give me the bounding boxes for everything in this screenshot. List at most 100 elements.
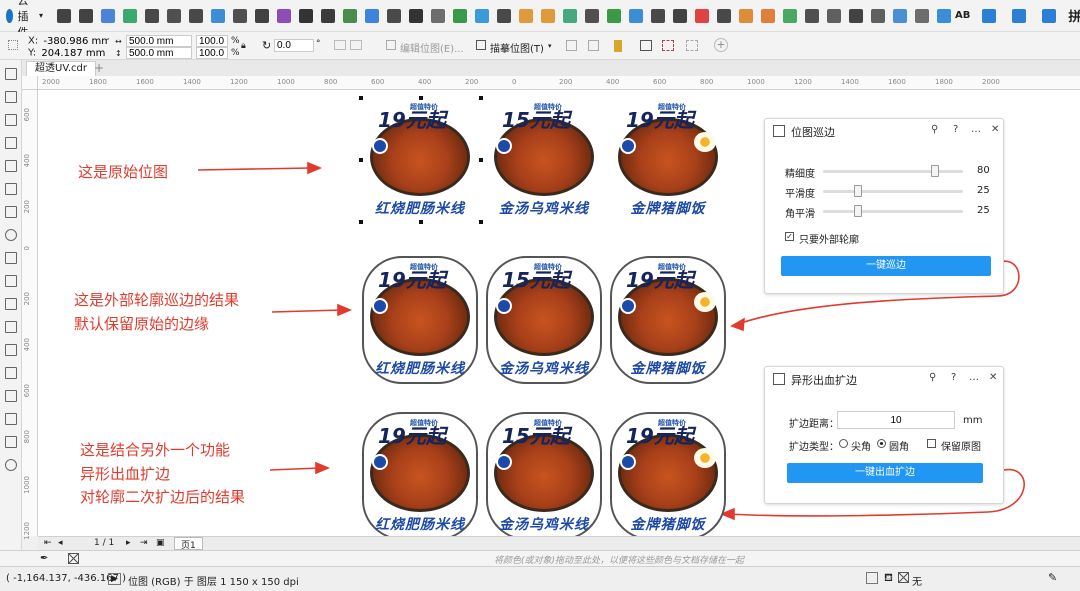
eyedropper-icon[interactable]: ✒: [40, 553, 48, 564]
drop-shadow-icon[interactable]: [5, 344, 17, 356]
toolbar-tool-icon[interactable]: [409, 8, 424, 23]
selection-handle[interactable]: [359, 220, 363, 224]
width-input[interactable]: [126, 35, 192, 47]
toolbar-tool-icon[interactable]: [233, 8, 248, 23]
toolbar-tool-icon[interactable]: [167, 8, 182, 23]
slider-track[interactable]: [823, 170, 963, 173]
new-tab-button[interactable]: +: [94, 61, 104, 75]
connector-icon[interactable]: [5, 321, 17, 333]
polygon-tool-icon[interactable]: [5, 252, 17, 264]
drawing-canvas[interactable]: 这是原始位图 这是外部轮廓巡边的结果 默认保留原始的边缘 这是结合另外一个功能 …: [38, 90, 1080, 536]
resample-icon[interactable]: [588, 40, 599, 51]
image-tool-icon[interactable]: [1012, 8, 1027, 23]
bitmap-mask-icon[interactable]: [614, 40, 622, 52]
add-icon[interactable]: +: [714, 38, 728, 52]
page-first-icon[interactable]: ⇤: [44, 538, 52, 548]
selection-handle[interactable]: [479, 220, 483, 224]
toolbar-tool-icon[interactable]: [805, 8, 820, 23]
food-sticker[interactable]: 15元起 超值特价 金汤乌鸡米线: [486, 412, 602, 536]
page-last-icon[interactable]: ⇥: [140, 538, 148, 548]
toolbar-tool-icon[interactable]: [915, 8, 930, 23]
outer-contour-checkbox[interactable]: ✓: [785, 232, 794, 241]
selection-handle[interactable]: [479, 158, 483, 162]
toolbar-tool-icon[interactable]: [717, 8, 732, 23]
fill-bucket-icon[interactable]: ⛾: [884, 571, 893, 586]
toolbar-tool-icon[interactable]: [431, 8, 446, 23]
scale-width-input[interactable]: [196, 35, 228, 47]
keep-original-checkbox[interactable]: [927, 439, 936, 448]
pick-tool-icon[interactable]: [5, 68, 17, 80]
toolbar-tool-icon[interactable]: [211, 8, 226, 23]
vertical-ruler[interactable]: 600 400 200 0 200 400 600 800 1000 1200: [22, 90, 38, 540]
page-prev-icon[interactable]: ◂: [58, 538, 63, 548]
food-sticker[interactable]: 19元起 超值特价 金牌猪脚饭: [610, 412, 726, 536]
group-icon[interactable]: [662, 40, 674, 51]
page-tab[interactable]: 页1: [174, 537, 203, 551]
help-button[interactable]: ?: [951, 372, 956, 383]
lock-ratio-icon[interactable]: 🔒︎: [241, 41, 246, 51]
bleed-expand-button[interactable]: 一键出血扩边: [787, 463, 983, 483]
no-color-swatch[interactable]: [68, 553, 79, 564]
close-icon[interactable]: ✕: [989, 372, 997, 383]
food-sticker[interactable]: 15元起 超值特价 金汤乌鸡米线: [488, 98, 600, 222]
trace-bitmap-button[interactable]: 描摹位图(T): [490, 40, 544, 55]
add-page-icon[interactable]: ▣: [156, 538, 165, 548]
toolbar-tool-icon[interactable]: [277, 8, 292, 23]
imposition-button[interactable]: 拼: [1068, 6, 1080, 25]
toolbar-tool-icon[interactable]: [563, 8, 578, 23]
toolbar-tool-icon[interactable]: [321, 8, 336, 23]
toolbar-tool-icon[interactable]: [475, 8, 490, 23]
toolbar-tool-icon[interactable]: [343, 8, 358, 23]
toolbar-tool-icon[interactable]: [695, 8, 710, 23]
arrange-icon[interactable]: [640, 40, 652, 51]
toolbar-tool-icon[interactable]: [761, 8, 776, 23]
image-tool-icon[interactable]: [1042, 8, 1057, 23]
toolbar-tool-icon[interactable]: [651, 8, 666, 23]
food-sticker[interactable]: 19元起 超值特价 金牌猪脚饭: [610, 256, 726, 384]
edit-bitmap-button[interactable]: 编辑位图(E)...: [400, 40, 464, 55]
sharp-corner-radio[interactable]: [839, 439, 848, 448]
food-sticker[interactable]: 19元起 超值特价 红烧肥肠米线: [362, 256, 478, 384]
crop-tool-icon[interactable]: [5, 114, 17, 126]
toolbar-tool-icon[interactable]: [585, 8, 600, 23]
toolbar-tool-icon[interactable]: [673, 8, 688, 23]
transparency-icon[interactable]: [5, 367, 17, 379]
toolbar-tool-icon[interactable]: [937, 8, 952, 23]
food-sticker[interactable]: 19元起 超值特价 红烧肥肠米线: [364, 98, 476, 222]
food-sticker[interactable]: 19元起 超值特价 金牌猪脚饭: [612, 98, 724, 222]
toolbar-tool-icon[interactable]: [365, 8, 380, 23]
image-tool-icon[interactable]: [982, 8, 997, 23]
toolbar-tool-icon[interactable]: [453, 8, 468, 23]
text-tool-icon[interactable]: [5, 275, 17, 287]
help-button[interactable]: ?: [953, 124, 958, 135]
toolbar-tool-icon[interactable]: [145, 8, 160, 23]
x-position-input[interactable]: [41, 35, 112, 47]
rectangle-tool-icon[interactable]: [5, 206, 17, 218]
slider-thumb[interactable]: [854, 205, 862, 217]
toolbar-tool-icon[interactable]: [739, 8, 754, 23]
pin-icon[interactable]: ⚲: [931, 124, 938, 135]
toolbar-tool-icon[interactable]: [827, 8, 842, 23]
trace-button[interactable]: 一键巡边: [781, 256, 991, 276]
bleed-distance-input[interactable]: [837, 411, 955, 429]
selection-handle[interactable]: [359, 96, 363, 100]
ellipse-tool-icon[interactable]: [5, 229, 17, 241]
toolbar-tool-icon[interactable]: [79, 8, 94, 23]
toolbar-tool-icon[interactable]: [101, 8, 116, 23]
toolbar-tool-icon[interactable]: [123, 8, 138, 23]
play-icon[interactable]: ▶: [108, 573, 121, 585]
toolbar-tool-icon[interactable]: [255, 8, 270, 23]
crop-bitmap-icon[interactable]: [566, 40, 577, 51]
no-fill-icon[interactable]: [898, 572, 909, 583]
scale-height-input[interactable]: [196, 47, 228, 59]
freehand-tool-icon[interactable]: [5, 160, 17, 172]
smart-fill-icon[interactable]: [5, 436, 17, 448]
slider-thumb[interactable]: [854, 185, 862, 197]
pin-icon[interactable]: ⚲: [929, 372, 936, 383]
ab-tool-button[interactable]: AB: [955, 10, 970, 21]
pen-icon[interactable]: ✎: [1048, 571, 1057, 584]
round-corner-radio[interactable]: [877, 439, 886, 448]
height-input[interactable]: [126, 47, 192, 59]
more-button[interactable]: …: [969, 372, 979, 383]
toolbar-tool-icon[interactable]: [497, 8, 512, 23]
